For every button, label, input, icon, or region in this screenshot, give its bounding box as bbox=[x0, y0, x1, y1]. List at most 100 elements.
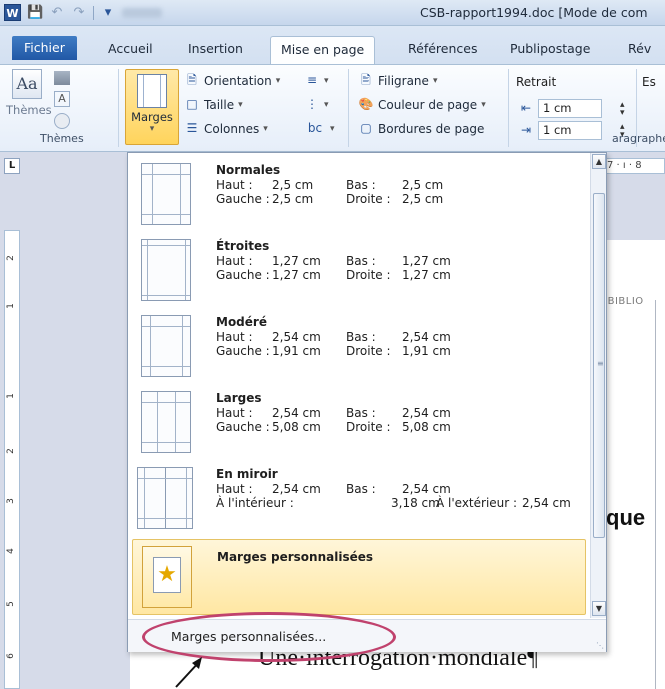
value-bas: 1,27 cm bbox=[402, 254, 451, 268]
margin-preset-name: Marges personnalisées bbox=[217, 550, 374, 564]
indent-right-input[interactable]: 1 cm bbox=[538, 121, 602, 140]
indent-left-spinner[interactable]: ▴ ▾ bbox=[620, 101, 625, 118]
breaks-button[interactable]: ≡ ▾ bbox=[304, 73, 329, 88]
value-gauche: 1,91 cm bbox=[272, 344, 321, 358]
label-droite: Droite : bbox=[346, 420, 391, 434]
label-haut: Haut : bbox=[216, 178, 253, 192]
margin-preview-icon bbox=[137, 467, 193, 529]
resize-grip-icon[interactable]: ⋱ bbox=[596, 641, 604, 650]
margin-preset-en-miroir[interactable]: En miroir Haut : 2,54 cm Bas : 2,54 cm À… bbox=[132, 461, 586, 537]
marges-button[interactable]: Marges ▾ bbox=[125, 69, 179, 145]
label-bas: Bas : bbox=[346, 178, 376, 192]
label-droite: Droite : bbox=[346, 344, 391, 358]
label-bas: Bas : bbox=[346, 254, 376, 268]
taille-button[interactable]: □ Taille ▾ bbox=[184, 97, 242, 112]
hyphenation-icon: bc bbox=[307, 121, 323, 135]
value-droite: 2,5 cm bbox=[402, 192, 444, 206]
chevron-down-icon: ▾ bbox=[481, 99, 486, 110]
label-haut: Haut : bbox=[216, 482, 253, 496]
colors-theme-icon[interactable] bbox=[54, 71, 70, 85]
bordures-page-button[interactable]: ▢ Bordures de page bbox=[358, 121, 484, 136]
tab-publipostage[interactable]: Publipostage bbox=[500, 36, 600, 64]
filigrane-button[interactable]: 🖹 Filigrane ▾ bbox=[358, 73, 437, 88]
indent-right-icon: ⇥ bbox=[520, 123, 532, 137]
marges-label: Marges bbox=[131, 110, 173, 124]
orientation-icon: 🗎 bbox=[187, 73, 197, 87]
margins-dropdown: Normales Haut : 2,5 cm Bas : 2,5 cm Gauc… bbox=[127, 152, 607, 652]
tab-fichier[interactable]: Fichier bbox=[12, 36, 77, 60]
label-gauche: Gauche : bbox=[216, 192, 270, 206]
save-icon[interactable]: 💾 bbox=[27, 5, 43, 21]
margin-preset-larges[interactable]: Larges Haut : 2,54 cm Bas : 2,54 cm Gauc… bbox=[132, 385, 586, 461]
margin-preset-etroites[interactable]: Étroites Haut : 1,27 cm Bas : 1,27 cm Ga… bbox=[132, 233, 586, 309]
couleur-page-label: Couleur de page bbox=[378, 97, 478, 112]
scroll-thumb[interactable]: ≡ bbox=[593, 193, 605, 538]
customize-qat-icon[interactable]: ▾ bbox=[100, 5, 116, 21]
couleur-page-button[interactable]: 🎨 Couleur de page ▾ bbox=[358, 97, 486, 112]
annotation-arrow-icon bbox=[175, 657, 202, 688]
blurred-region bbox=[122, 7, 162, 18]
tab-selector[interactable]: L bbox=[4, 158, 20, 174]
effects-theme-icon[interactable] bbox=[54, 113, 70, 129]
margin-preset-modere[interactable]: Modéré Haut : 2,54 cm Bas : 2,54 cm Gauc… bbox=[132, 309, 586, 385]
tab-references[interactable]: Références bbox=[398, 36, 487, 64]
undo-icon[interactable]: ↶ bbox=[49, 5, 65, 21]
label-droite: Droite : bbox=[346, 268, 391, 282]
themes-icon: Aa bbox=[12, 69, 42, 99]
window-title: CSB-rapport1994.doc [Mode de com bbox=[420, 5, 648, 20]
value-haut: 2,54 cm bbox=[272, 482, 321, 496]
group-separator bbox=[118, 69, 119, 147]
margin-preset-normales[interactable]: Normales Haut : 2,5 cm Bas : 2,5 cm Gauc… bbox=[132, 157, 586, 233]
word-logo-icon[interactable]: W bbox=[4, 4, 21, 21]
page-color-icon: 🎨 bbox=[358, 97, 374, 111]
indent-left-input[interactable]: 1 cm bbox=[538, 99, 602, 118]
bordures-page-label: Bordures de page bbox=[378, 121, 485, 136]
scroll-down-icon[interactable]: ▼ bbox=[592, 601, 606, 616]
tab-accueil[interactable]: Accueil bbox=[98, 36, 163, 64]
chevron-down-icon: ▾ bbox=[275, 75, 281, 86]
custom-margins-icon: ★ bbox=[142, 546, 192, 608]
scroll-up-icon[interactable]: ▲ bbox=[592, 154, 606, 169]
margin-preview-icon bbox=[141, 391, 191, 453]
redo-icon[interactable]: ↷ bbox=[71, 5, 87, 21]
tab-insertion[interactable]: Insertion bbox=[178, 36, 253, 64]
qat-separator bbox=[93, 5, 94, 20]
margin-preset-name: Étroites bbox=[216, 239, 270, 253]
themes-button[interactable]: Aa Thèmes bbox=[6, 69, 52, 117]
colonnes-button[interactable]: ☰ Colonnes ▾ bbox=[184, 121, 268, 136]
watermark-icon: 🖹 bbox=[361, 73, 371, 87]
value-exterieur: 2,54 cm bbox=[522, 496, 571, 510]
themes-group-label: Thèmes bbox=[40, 132, 84, 145]
ruler-number: 2 bbox=[5, 255, 16, 261]
columns-icon: ☰ bbox=[186, 121, 198, 135]
margin-preset-name: Larges bbox=[216, 391, 262, 405]
margin-preset-personnalisees[interactable]: ★ Marges personnalisées bbox=[132, 539, 586, 615]
dropdown-scrollbar[interactable]: ▲ ≡ ▼ bbox=[590, 153, 606, 618]
value-gauche: 1,27 cm bbox=[272, 268, 321, 282]
value-droite: 1,27 cm bbox=[402, 268, 451, 282]
quick-access-toolbar: W 💾 ↶ ↷ ▾ bbox=[4, 4, 162, 21]
line-numbers-button[interactable]: ⋮ ▾ bbox=[304, 97, 329, 112]
ruler-number: 5 bbox=[5, 601, 16, 607]
ribbon-tabs: Fichier Accueil Insertion Mise en page R… bbox=[0, 26, 665, 64]
label-droite: Droite : bbox=[346, 192, 391, 206]
fonts-theme-icon[interactable]: A bbox=[54, 91, 70, 107]
value-haut: 2,5 cm bbox=[272, 178, 314, 192]
value-interieur: 3,18 cm bbox=[391, 496, 440, 510]
tab-mise-en-page[interactable]: Mise en page bbox=[270, 36, 376, 64]
tab-revision[interactable]: Rév bbox=[618, 36, 661, 64]
size-icon: □ bbox=[186, 97, 198, 111]
colonnes-label: Colonnes bbox=[204, 121, 260, 136]
indent-left-icon: ⇤ bbox=[520, 101, 532, 115]
retrait-label: Retrait bbox=[516, 75, 557, 89]
vertical-ruler[interactable]: 2 1 1 2 3 4 5 6 bbox=[4, 230, 20, 689]
value-haut: 1,27 cm bbox=[272, 254, 321, 268]
value-bas: 2,54 cm bbox=[402, 482, 451, 496]
hyphenation-button[interactable]: bc ▾ bbox=[304, 121, 335, 136]
horizontal-ruler[interactable]: 7 · ı · 8 bbox=[600, 158, 665, 174]
orientation-button[interactable]: 🗎 Orientation ▾ bbox=[184, 73, 280, 88]
margin-preview-icon bbox=[141, 315, 191, 377]
line-numbers-icon: ⋮ bbox=[306, 97, 318, 111]
label-haut: Haut : bbox=[216, 254, 253, 268]
margin-preset-name: En miroir bbox=[216, 467, 278, 481]
